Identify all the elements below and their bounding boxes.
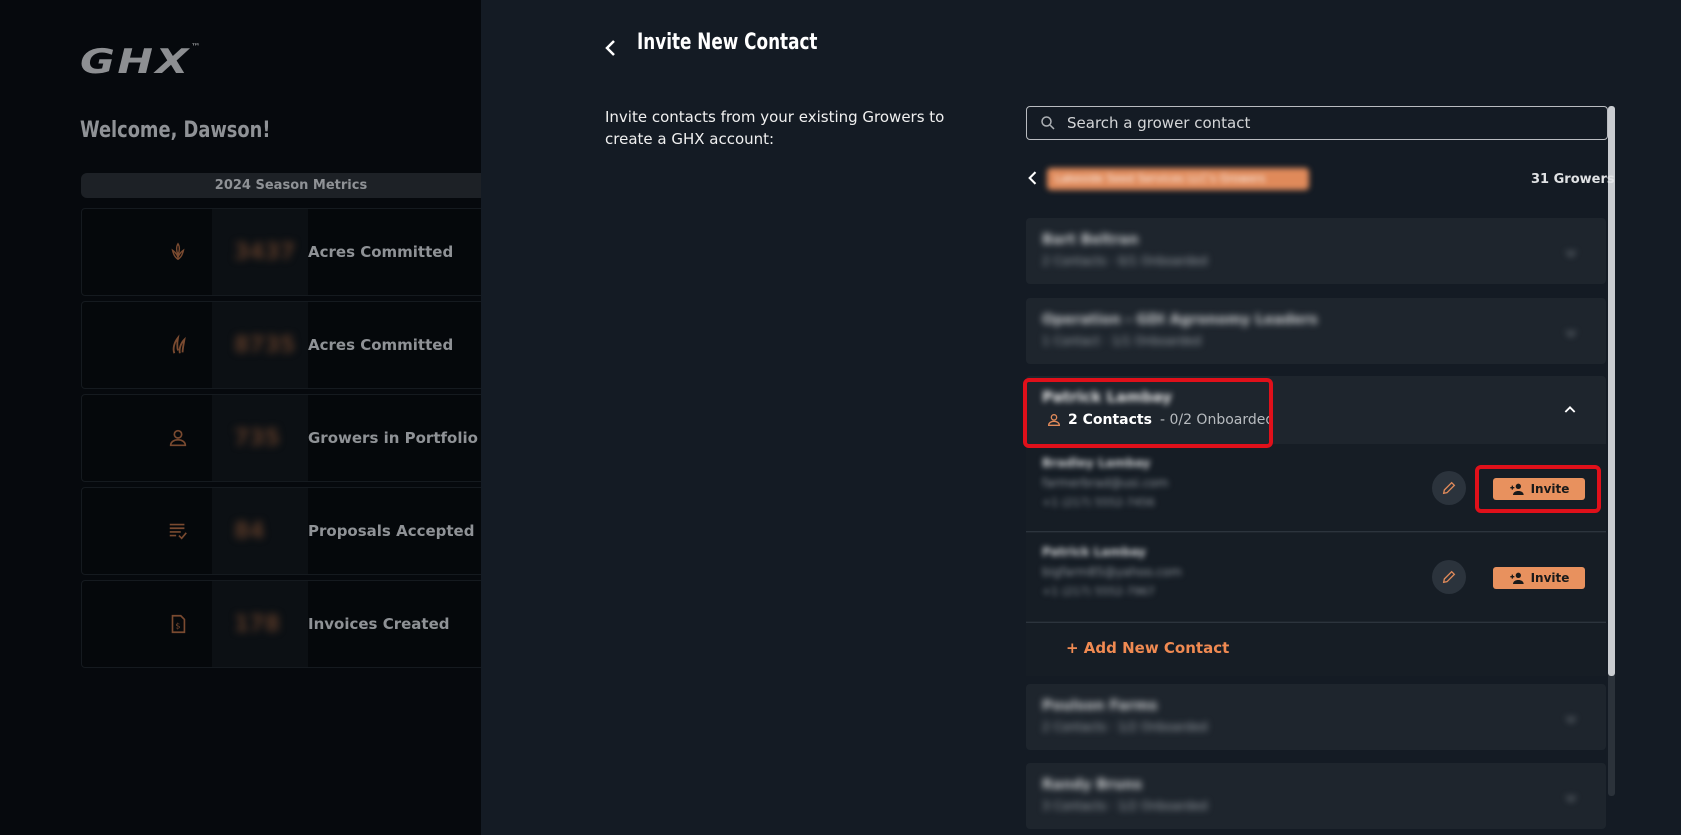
chevron-down-icon [1566, 330, 1576, 337]
intro-text: Invite contacts from your existing Growe… [605, 108, 945, 148]
metric-value: 8735 [234, 332, 296, 358]
metric-card: $ 178 Invoices Created [81, 580, 481, 668]
metric-value: 3437 [234, 239, 296, 265]
chevron-up-icon[interactable] [1562, 402, 1578, 418]
grower-contacts-summary: 2 Contacts - 0/2 Onboarded [1046, 412, 1274, 428]
grower-contacts-summary: 1 Contact · 1/1 Onboarded [1042, 334, 1202, 348]
onboarded-status: - 0/2 Onboarded [1159, 412, 1275, 428]
welcome-heading: Welcome, Dawson! [80, 118, 271, 143]
metric-card: 3437 Acres Committed [81, 208, 481, 296]
svg-text:$: $ [175, 621, 180, 631]
grower-row[interactable]: Bart Beltran 2 Contacts · 0/1 Onboarded [1026, 218, 1606, 284]
metric-value: 735 [234, 425, 280, 451]
grower-contacts-summary: 2 Contacts · 1/2 Onboarded [1042, 720, 1208, 734]
search-icon [1041, 116, 1055, 130]
metric-label: Invoices Created [308, 615, 450, 633]
invite-contact-panel: Invite New Contact Invite contacts from … [481, 0, 1681, 835]
grower-contacts-summary: 2 Contacts · 0/1 Onboarded [1042, 254, 1208, 268]
checklist-icon [166, 519, 190, 543]
expanded-grower-header[interactable]: Patrick Lambay 2 Contacts - 0/2 Onboarde… [1026, 376, 1606, 444]
grower-row[interactable]: Randy Bruns 3 Contacts · 1/2 Onboarded [1026, 763, 1606, 829]
grower-name: Patrick Lambay [1042, 388, 1172, 406]
person-add-icon [1509, 572, 1524, 584]
crumb-back-button[interactable] [1023, 168, 1043, 188]
chevron-down-icon [1566, 716, 1576, 723]
invite-label: Invite [1530, 571, 1570, 585]
grower-row[interactable]: Operation - GDI Agronomy Leaders 1 Conta… [1026, 298, 1606, 364]
search-input[interactable] [1067, 114, 1587, 132]
search-field[interactable] [1026, 106, 1608, 140]
expanded-grower: Patrick Lambay 2 Contacts - 0/2 Onboarde… [1026, 376, 1606, 676]
scrollbar[interactable] [1608, 106, 1615, 796]
metric-card: 8735 Acres Committed [81, 301, 481, 389]
metric-value: 178 [234, 611, 280, 637]
chevron-left-icon [605, 40, 615, 56]
grower-contacts-summary: 3 Contacts · 1/2 Onboarded [1042, 799, 1208, 813]
contact-email: farmerbrad@usi.com [1042, 476, 1169, 490]
edit-contact-button[interactable] [1432, 560, 1466, 594]
chevron-left-icon [1028, 171, 1037, 185]
ghx-logo: GHX™ [80, 42, 204, 82]
back-button[interactable] [599, 36, 623, 60]
grower-name: Bart Beltran [1042, 232, 1139, 248]
grower-name: Poulson Farms [1042, 698, 1158, 714]
metric-value: 84 [234, 518, 265, 544]
metric-card: 84 Proposals Accepted [81, 487, 481, 575]
grower-row[interactable]: Poulson Farms 2 Contacts · 1/2 Onboarded [1026, 684, 1606, 750]
scrollbar-thumb[interactable] [1608, 106, 1615, 676]
contact-phone: +1 (217) 5552-7967 [1042, 585, 1155, 598]
grower-name: Operation - GDI Agronomy Leaders [1042, 312, 1318, 328]
contact-row: Bradley Lambay farmerbrad@usi.com +1 (21… [1026, 444, 1606, 532]
grower-name: Randy Bruns [1042, 777, 1143, 793]
person-icon [166, 426, 190, 450]
add-new-contact-label: + Add New Contact [1066, 639, 1230, 657]
contact-name: Patrick Lambay [1042, 545, 1146, 559]
leaf-icon [166, 333, 190, 357]
contact-name: Bradley Lambay [1042, 456, 1151, 470]
metric-label: Acres Committed [308, 336, 454, 354]
season-metrics-header: 2024 Season Metrics [81, 173, 481, 198]
grower-count: 31 Growers [1531, 172, 1615, 187]
invite-button[interactable]: Invite [1493, 478, 1585, 500]
contacts-count: 2 Contacts [1068, 412, 1152, 428]
corn-icon [166, 240, 190, 264]
page-title: Invite New Contact [637, 30, 818, 55]
invoice-icon: $ [166, 612, 190, 636]
chevron-down-icon [1566, 250, 1576, 257]
add-new-contact-button[interactable]: + Add New Contact [1026, 622, 1606, 676]
person-icon [1047, 414, 1061, 426]
person-add-icon [1509, 483, 1524, 495]
contact-email: bigfarm85@yahoo.com [1042, 565, 1182, 579]
dashboard-background: GHX™ Welcome, Dawson! 2024 Season Metric… [0, 0, 481, 835]
metric-label: Proposals Accepted [308, 522, 475, 540]
edit-contact-button[interactable] [1432, 471, 1466, 505]
contact-row: Patrick Lambay bigfarm85@yahoo.com +1 (2… [1026, 533, 1606, 621]
contact-phone: +1 (217) 5552-7456 [1042, 496, 1155, 509]
metric-label: Acres Committed [308, 243, 454, 261]
pencil-icon [1442, 570, 1456, 584]
invite-button[interactable]: Invite [1493, 567, 1585, 589]
dealer-breadcrumb: Lakeside Seed Services LLC's Growers [1047, 168, 1309, 190]
metric-label: Growers in Portfolio [308, 429, 478, 447]
pencil-icon [1442, 481, 1456, 495]
metric-card: 735 Growers in Portfolio [81, 394, 481, 482]
invite-label: Invite [1530, 482, 1570, 496]
chevron-down-icon [1566, 795, 1576, 802]
